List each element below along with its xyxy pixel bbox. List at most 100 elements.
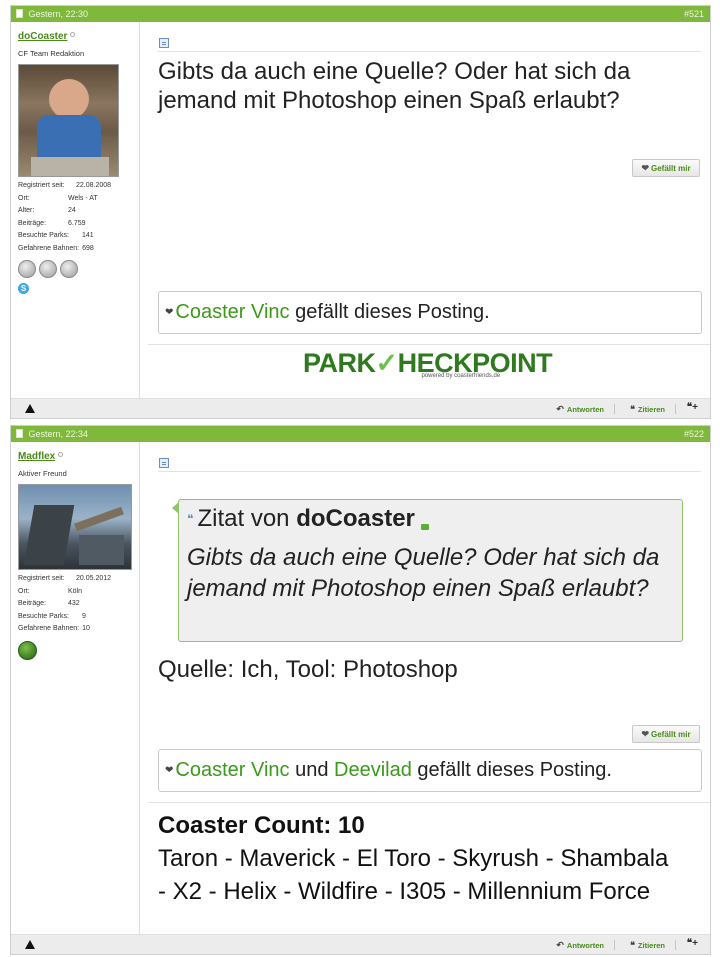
reply-icon: ↶: [556, 404, 564, 414]
quote-prefix: Zitat von: [197, 505, 290, 532]
award-icon[interactable]: [39, 260, 57, 278]
user-info-panel: doCoaster CF Team Redaktion Registriert …: [11, 22, 140, 398]
post-footer: ↶ Antworten ❝ Zitieren ❝+: [11, 398, 710, 418]
stat-label: Registriert seit:: [18, 182, 65, 189]
post-header: Gestern, 22:30 #521: [11, 6, 710, 22]
like-button[interactable]: ❤ Gefällt mir: [632, 159, 700, 177]
post-522: Gestern, 22:34 #522 Madflex Aktiver Freu…: [10, 425, 711, 955]
heart-icon: ❤: [641, 163, 649, 173]
stat-label: Ort:: [18, 587, 30, 595]
coaster-count-list: Taron - Maverick - El Toro - Skyrush - S…: [158, 845, 669, 905]
stat-label: Registriert seit:: [18, 575, 65, 582]
divider: [158, 471, 701, 472]
likes-suffix: gefällt dieses Posting.: [417, 759, 612, 781]
reply-button[interactable]: ↶ Antworten: [556, 939, 604, 952]
offline-status-icon: [58, 452, 64, 457]
liker-link[interactable]: Deevilad: [334, 759, 412, 781]
separator: [614, 940, 615, 950]
multiquote-icon[interactable]: ❝+: [687, 938, 698, 949]
quote-box: ❝ Zitat von doCoaster Gibts da auch eine …: [172, 499, 683, 642]
document-icon: [16, 9, 23, 18]
heart-icon: ❤: [641, 729, 649, 739]
user-stats: Registriert seit: 22.08.2008 Ort: Wels - A…: [18, 182, 132, 257]
quote-icon: ❝: [187, 512, 194, 526]
user-title: CF Team Redaktion: [18, 49, 85, 58]
likes-box: ❤ Coaster Vinc gefällt dieses Posting.: [158, 291, 702, 334]
post-521: Gestern, 22:30 #521 doCoaster CF Team Re…: [10, 5, 711, 419]
user-info-panel: Madflex Aktiver Freund Registriert seit:…: [11, 442, 140, 934]
post-content: ❝ Zitat von doCoaster Gibts da auch eine …: [148, 442, 710, 934]
liker-link[interactable]: Coaster Vinc: [175, 301, 289, 323]
separator: [614, 404, 615, 414]
skype-icon[interactable]: S: [18, 283, 29, 294]
quote-button[interactable]: ❝ Zitieren: [630, 403, 665, 416]
offline-status-icon: [70, 32, 76, 37]
parkcheckpoint-logo[interactable]: PARK✓HECKPOINT powered by coasterfriends…: [303, 348, 553, 379]
stat-value: 20.05.2012: [76, 575, 112, 582]
view-post-icon[interactable]: [420, 524, 429, 530]
award-icon[interactable]: [18, 260, 36, 278]
quote-icon: ❝: [630, 940, 635, 950]
post-date: Gestern, 22:30: [28, 9, 89, 19]
multiquote-icon[interactable]: ❝+: [687, 402, 698, 413]
post-number-link[interactable]: #522: [684, 426, 704, 442]
stat-label: Beiträge:: [18, 600, 47, 607]
quote-author: doCoaster: [296, 505, 415, 532]
user-title: Aktiver Freund: [18, 469, 67, 478]
stat-value: 141: [82, 232, 94, 239]
likes-joiner: und: [295, 759, 329, 781]
like-button-label: Gefällt mir: [650, 730, 691, 739]
reply-icon: ↶: [556, 940, 564, 950]
post-footer: ↶ Antworten ❝ Zitieren ❝+: [11, 934, 710, 954]
stat-label: Besuchte Parks:: [18, 232, 69, 239]
stat-label: Ort:: [18, 194, 30, 202]
stat-value: 24: [68, 207, 76, 214]
award-icon[interactable]: [60, 260, 78, 278]
like-button[interactable]: ❤ Gefällt mir: [632, 725, 700, 743]
quote-icon: ❝: [630, 404, 635, 414]
stat-value: Köln: [68, 587, 83, 595]
stat-value: 432: [68, 600, 80, 607]
stat-value: 6.759: [68, 219, 86, 227]
stat-label: Alter:: [18, 207, 35, 214]
stat-value: Wels - AT: [68, 194, 98, 202]
post-number-link[interactable]: #521: [684, 6, 704, 22]
stat-label: Beiträge:: [18, 219, 47, 227]
message-icon: [159, 38, 169, 48]
heart-icon: ❤: [165, 765, 174, 776]
stat-label: Gefahrene Bahnen:: [18, 244, 80, 252]
stat-value: 22.08.2008: [76, 182, 112, 189]
post-header: Gestern, 22:34 #522: [11, 426, 710, 442]
quote-header: ❝ Zitat von doCoaster: [187, 506, 674, 532]
avatar[interactable]: [18, 484, 132, 570]
warning-icon[interactable]: [25, 404, 35, 413]
post-date: Gestern, 22:34: [28, 429, 89, 439]
liker-link[interactable]: Coaster Vinc: [175, 759, 289, 781]
username-link[interactable]: Madflex: [18, 451, 55, 462]
divider: [148, 344, 710, 345]
stat-label: Gefahrene Bahnen:: [18, 625, 80, 632]
like-button-label: Gefällt mir: [650, 164, 691, 173]
user-stats: Registriert seit: 20.05.2012 Ort: Köln Bei…: [18, 575, 132, 638]
stat-value: 10: [82, 625, 90, 632]
divider: [158, 51, 701, 52]
stat-value: 698: [82, 244, 94, 252]
awards: [18, 640, 132, 660]
stat-label: Besuchte Parks:: [18, 612, 69, 620]
likes-box: ❤ Coaster Vinc und Deevilad gefällt diese…: [158, 749, 702, 792]
likes-suffix: gefällt dieses Posting.: [295, 301, 490, 323]
separator: [675, 404, 676, 414]
message-icon: [159, 458, 169, 468]
coaster-count-title: Coaster Count: 10: [158, 812, 365, 839]
avatar[interactable]: [18, 64, 119, 177]
quote-button[interactable]: ❝ Zitieren: [630, 939, 665, 952]
username-link[interactable]: doCoaster: [18, 31, 67, 42]
divider: [148, 802, 710, 803]
award-icon[interactable]: [18, 640, 37, 660]
heart-icon: ❤: [165, 307, 174, 318]
reply-button[interactable]: ↶ Antworten: [556, 403, 604, 416]
post-message: Quelle: Ich, Tool: Photoshop: [158, 656, 458, 683]
quote-text: Gibts da auch eine Quelle? Oder hat sich…: [187, 544, 660, 602]
post-content: Gibts da auch eine Quelle? Oder hat sich…: [148, 22, 710, 398]
warning-icon[interactable]: [25, 940, 35, 949]
